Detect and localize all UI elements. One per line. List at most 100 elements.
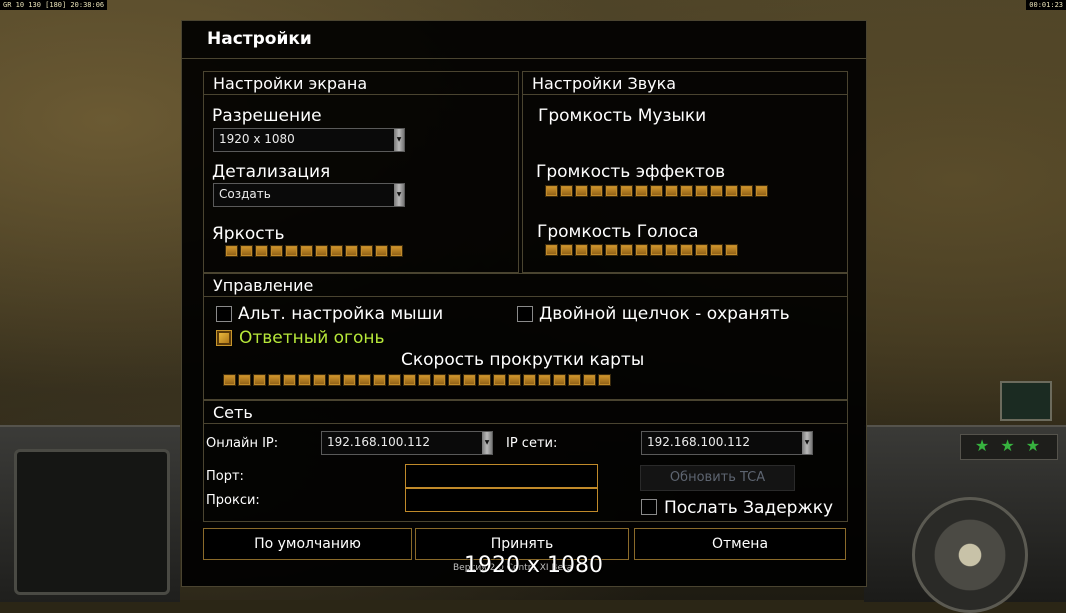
dropdown-arrow-icon[interactable]: ▼ xyxy=(394,129,404,151)
slider-segment[interactable] xyxy=(590,185,603,197)
slider-segment[interactable] xyxy=(330,245,343,257)
slider-segment[interactable] xyxy=(403,374,416,386)
slider-segment[interactable] xyxy=(635,185,648,197)
slider-segment[interactable] xyxy=(283,374,296,386)
resolution-value: 1920 x 1080 xyxy=(219,132,295,146)
slider-segment[interactable] xyxy=(583,374,596,386)
dropdown-arrow-icon[interactable]: ▼ xyxy=(482,432,492,454)
double-click-label: Двойной щелчок - охранять xyxy=(539,304,790,324)
slider-segment[interactable] xyxy=(635,244,648,256)
online-ip-dropdown[interactable]: 192.168.100.112 ▼ xyxy=(321,431,493,455)
slider-segment[interactable] xyxy=(298,374,311,386)
detail-dropdown[interactable]: Создать ▼ xyxy=(213,183,405,207)
slider-segment[interactable] xyxy=(463,374,476,386)
hud-minimap-screen xyxy=(14,449,170,595)
slider-segment[interactable] xyxy=(590,244,603,256)
port-input[interactable] xyxy=(405,464,598,488)
cancel-button[interactable]: Отмена xyxy=(634,528,846,560)
slider-segment[interactable] xyxy=(358,374,371,386)
slider-segment[interactable] xyxy=(328,374,341,386)
slider-segment[interactable] xyxy=(755,185,768,197)
slider-segment[interactable] xyxy=(343,374,356,386)
slider-segment[interactable] xyxy=(575,244,588,256)
slider-segment[interactable] xyxy=(545,244,558,256)
slider-segment[interactable] xyxy=(605,244,618,256)
send-delay-checkbox[interactable] xyxy=(641,499,657,515)
slider-segment[interactable] xyxy=(523,374,536,386)
lan-ip-value: 192.168.100.112 xyxy=(647,435,751,449)
slider-segment[interactable] xyxy=(650,244,663,256)
slider-segment[interactable] xyxy=(725,185,738,197)
slider-segment[interactable] xyxy=(538,374,551,386)
resolution-dropdown[interactable]: 1920 x 1080 ▼ xyxy=(213,128,405,152)
slider-segment[interactable] xyxy=(300,245,313,257)
resolution-overlay-text: 1920 x 1080 xyxy=(464,553,603,578)
dropdown-arrow-icon[interactable]: ▼ xyxy=(394,184,404,206)
slider-segment[interactable] xyxy=(568,374,581,386)
slider-segment[interactable] xyxy=(680,244,693,256)
slider-segment[interactable] xyxy=(598,374,611,386)
slider-segment[interactable] xyxy=(665,185,678,197)
scroll-speed-slider[interactable] xyxy=(223,374,611,388)
slider-segment[interactable] xyxy=(575,185,588,197)
hud-left-panel xyxy=(0,425,180,602)
slider-segment[interactable] xyxy=(315,245,328,257)
slider-segment[interactable] xyxy=(268,374,281,386)
slider-segment[interactable] xyxy=(620,244,633,256)
effects-volume-label: Громкость эффектов xyxy=(536,162,726,182)
slider-segment[interactable] xyxy=(680,185,693,197)
slider-segment[interactable] xyxy=(238,374,251,386)
rank-stars: ★ ★ ★ xyxy=(960,434,1058,460)
slider-segment[interactable] xyxy=(390,245,403,257)
slider-segment[interactable] xyxy=(433,374,446,386)
send-delay-label: Послать Задержку xyxy=(664,498,834,518)
defaults-button[interactable]: По умолчанию xyxy=(203,528,412,560)
slider-segment[interactable] xyxy=(240,245,253,257)
slider-segment[interactable] xyxy=(508,374,521,386)
slider-segment[interactable] xyxy=(285,245,298,257)
slider-segment[interactable] xyxy=(650,185,663,197)
update-tca-button[interactable]: Обновить TCA xyxy=(640,465,795,491)
slider-segment[interactable] xyxy=(665,244,678,256)
slider-segment[interactable] xyxy=(620,185,633,197)
slider-segment[interactable] xyxy=(375,245,388,257)
double-click-checkbox[interactable] xyxy=(517,306,533,322)
slider-segment[interactable] xyxy=(313,374,326,386)
slider-segment[interactable] xyxy=(345,245,358,257)
slider-segment[interactable] xyxy=(740,185,753,197)
alt-mouse-checkbox[interactable] xyxy=(216,306,232,322)
slider-segment[interactable] xyxy=(253,374,266,386)
slider-segment[interactable] xyxy=(493,374,506,386)
slider-segment[interactable] xyxy=(418,374,431,386)
slider-segment[interactable] xyxy=(710,185,723,197)
slider-segment[interactable] xyxy=(270,245,283,257)
slider-segment[interactable] xyxy=(223,374,236,386)
slider-segment[interactable] xyxy=(225,245,238,257)
slider-segment[interactable] xyxy=(360,245,373,257)
proxy-input[interactable] xyxy=(405,488,598,512)
network-header: Сеть xyxy=(204,401,847,424)
slider-segment[interactable] xyxy=(545,185,558,197)
effects-volume-slider[interactable] xyxy=(545,185,768,199)
slider-segment[interactable] xyxy=(695,244,708,256)
detail-label: Детализация xyxy=(212,162,331,182)
brightness-slider[interactable] xyxy=(225,245,403,259)
slider-segment[interactable] xyxy=(553,374,566,386)
slider-segment[interactable] xyxy=(478,374,491,386)
radar-icon[interactable] xyxy=(1000,381,1052,421)
slider-segment[interactable] xyxy=(373,374,386,386)
slider-segment[interactable] xyxy=(560,185,573,197)
slider-segment[interactable] xyxy=(255,245,268,257)
sound-settings-header: Настройки Звука xyxy=(523,72,847,95)
lan-ip-dropdown[interactable]: 192.168.100.112 ▼ xyxy=(641,431,813,455)
slider-segment[interactable] xyxy=(605,185,618,197)
slider-segment[interactable] xyxy=(695,185,708,197)
slider-segment[interactable] xyxy=(388,374,401,386)
slider-segment[interactable] xyxy=(560,244,573,256)
slider-segment[interactable] xyxy=(710,244,723,256)
slider-segment[interactable] xyxy=(448,374,461,386)
return-fire-checkbox[interactable] xyxy=(216,330,232,346)
dropdown-arrow-icon[interactable]: ▼ xyxy=(802,432,812,454)
slider-segment[interactable] xyxy=(725,244,738,256)
voice-volume-slider[interactable] xyxy=(545,244,738,258)
